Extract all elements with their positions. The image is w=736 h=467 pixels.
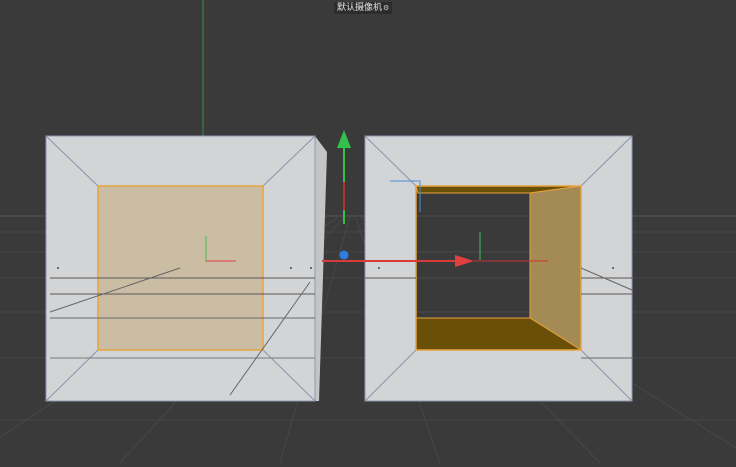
camera-label[interactable]: 默认摄像机⚙ <box>334 2 393 14</box>
right-cube-object[interactable] <box>364 135 633 402</box>
viewport-canvas[interactable] <box>0 0 736 464</box>
left-cube-selected-polygon[interactable] <box>97 185 264 351</box>
camera-icon[interactable]: ⚙ <box>383 4 389 12</box>
left-cube-object[interactable] <box>45 135 327 402</box>
camera-name: 默认摄像机 <box>337 3 383 13</box>
3d-viewport[interactable]: 默认摄像机⚙ <box>0 0 736 464</box>
gizmo-z-handle[interactable] <box>339 250 349 260</box>
